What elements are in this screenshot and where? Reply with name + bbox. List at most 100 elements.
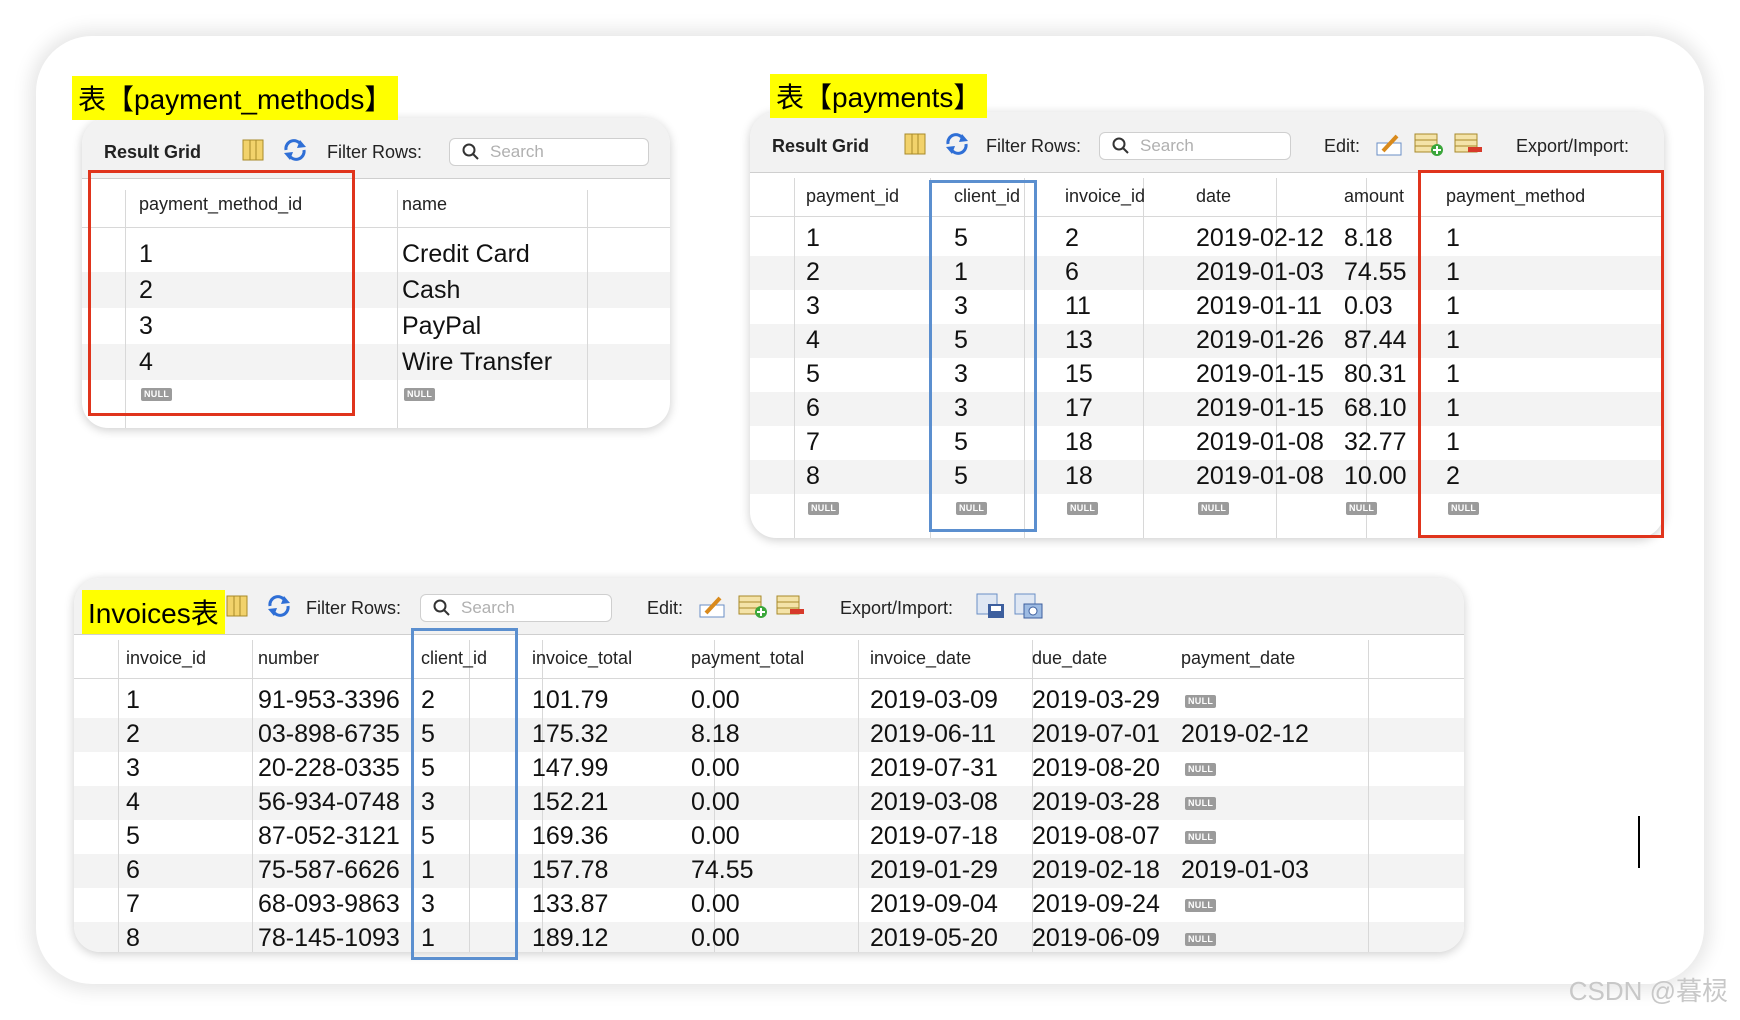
search-input[interactable]: Search <box>420 594 612 622</box>
null-badge: NULL <box>1185 933 1217 946</box>
table-cell: 2019-01-03 <box>1196 258 1324 286</box>
table-cell: 4 <box>806 326 820 354</box>
table-cell: 78-145-1093 <box>258 924 400 952</box>
delete-row-icon[interactable] <box>776 593 806 624</box>
table-cell: 169.36 <box>532 822 609 850</box>
refresh-icon[interactable] <box>266 594 292 623</box>
table-cell: 2019-01-08 <box>1196 462 1324 490</box>
table-cell: 2019-02-12 <box>1181 720 1309 748</box>
column-header-invoice-id[interactable]: invoice_id <box>1065 186 1145 207</box>
table-cell: 10.00 <box>1344 462 1407 490</box>
grid-view-icon[interactable] <box>242 139 264 166</box>
edit-label: Edit: <box>647 598 684 618</box>
table-cell: 18 <box>1065 462 1093 490</box>
column-header-invoice-id[interactable]: invoice_id <box>126 648 206 669</box>
null-badge: NULL <box>1185 899 1217 912</box>
filter-rows-label: Filter Rows: <box>986 136 1082 156</box>
refresh-icon[interactable] <box>944 132 970 161</box>
add-row-icon[interactable] <box>1414 131 1444 162</box>
table-cell: 7 <box>806 428 820 456</box>
table-cell: 1 <box>126 686 140 714</box>
table-cell: 3 <box>126 754 140 782</box>
table-cell: 4 <box>126 788 140 816</box>
table-cell: 157.78 <box>532 856 609 884</box>
invoices-label: Invoices表 <box>82 590 225 634</box>
table-cell: 68.10 <box>1344 394 1407 422</box>
table-cell: 2 <box>806 258 820 286</box>
table-cell: 87-052-3121 <box>258 822 400 850</box>
table-cell: 0.00 <box>691 686 740 714</box>
table-cell: 5 <box>126 822 140 850</box>
column-header-number[interactable]: number <box>258 648 319 669</box>
table-cell: 18 <box>1065 428 1093 456</box>
import-icon[interactable] <box>1014 592 1044 625</box>
column-header-date[interactable]: date <box>1196 186 1231 207</box>
table-cell: 15 <box>1065 360 1093 388</box>
column-header-payment-date[interactable]: payment_date <box>1181 648 1295 669</box>
column-header-invoice-date[interactable]: invoice_date <box>870 648 971 669</box>
column-header-payment-id[interactable]: payment_id <box>806 186 899 207</box>
export-import-label: Export/Import: <box>840 598 954 618</box>
table-cell: 8 <box>126 924 140 952</box>
edit-row-icon[interactable] <box>698 593 726 624</box>
table-cell: 0.00 <box>691 788 740 816</box>
add-row-icon[interactable] <box>738 593 768 624</box>
search-placeholder: Search <box>1140 136 1194 155</box>
payments-label: 表【payments】 <box>770 74 988 118</box>
table-cell: 175.32 <box>532 720 609 748</box>
table-cell: 2019-03-28 <box>1032 788 1160 816</box>
grid-view-icon[interactable] <box>226 595 248 622</box>
table-cell: 2019-09-24 <box>1032 890 1160 918</box>
table-cell: 2019-03-09 <box>870 686 998 714</box>
table-cell: 5 <box>806 360 820 388</box>
column-header-invoice-total[interactable]: invoice_total <box>532 648 632 669</box>
blue-highlight-client-id <box>929 180 1037 532</box>
invoices-panel: Filter Rows: Search Edit: Export/Import:… <box>74 578 1464 952</box>
search-placeholder: Search <box>490 142 544 161</box>
export-icon[interactable] <box>976 592 1006 625</box>
table-cell: 75-587-6626 <box>258 856 400 884</box>
table-cell: 147.99 <box>532 754 609 782</box>
table-cell: 2019-07-01 <box>1032 720 1160 748</box>
table-cell: 1 <box>806 224 820 252</box>
table-cell: Cash <box>402 276 461 304</box>
table-cell: 101.79 <box>532 686 609 714</box>
table-cell: 2 <box>126 720 140 748</box>
table-cell: 0.03 <box>1344 292 1393 320</box>
null-badge: NULL <box>1067 502 1099 515</box>
table-cell: 32.77 <box>1344 428 1407 456</box>
table-cell: 11 <box>1065 292 1091 320</box>
grid-view-icon[interactable] <box>904 133 926 160</box>
refresh-icon[interactable] <box>282 138 308 167</box>
table-cell: Credit Card <box>402 240 530 268</box>
table-cell: 17 <box>1065 394 1093 422</box>
search-placeholder: Search <box>461 598 515 617</box>
table-cell: 74.55 <box>1344 258 1407 286</box>
delete-row-icon[interactable] <box>1454 131 1484 162</box>
table-cell: 2019-01-08 <box>1196 428 1324 456</box>
column-header-amount[interactable]: amount <box>1344 186 1404 207</box>
table-cell: 03-898-6735 <box>258 720 400 748</box>
table-cell: 0.00 <box>691 754 740 782</box>
result-grid-label: Result Grid <box>104 142 202 162</box>
result-grid-toolbar: Filter Rows: Search Edit: Export/Import: <box>74 578 1464 635</box>
search-input[interactable]: Search <box>449 138 649 166</box>
table-cell: 2019-08-07 <box>1032 822 1160 850</box>
column-header-payment-total[interactable]: payment_total <box>691 648 804 669</box>
table-cell: 7 <box>126 890 140 918</box>
column-header-due-date[interactable]: due_date <box>1032 648 1107 669</box>
table-cell: 133.87 <box>532 890 609 918</box>
export-import-label: Export/Import: <box>1516 136 1630 156</box>
search-input[interactable]: Search <box>1099 132 1291 160</box>
edit-row-icon[interactable] <box>1375 131 1403 162</box>
null-badge: NULL <box>1198 502 1230 515</box>
table-cell: 6 <box>1065 258 1079 286</box>
table-cell: 56-934-0748 <box>258 788 400 816</box>
column-header-name[interactable]: name <box>402 194 447 215</box>
table-cell: 2019-01-29 <box>870 856 998 884</box>
null-badge: NULL <box>1185 797 1217 810</box>
table-cell: 8 <box>806 462 820 490</box>
table-cell: 2019-07-31 <box>870 754 998 782</box>
table-cell: 2019-02-12 <box>1196 224 1324 252</box>
blue-highlight-client-id <box>411 628 518 960</box>
